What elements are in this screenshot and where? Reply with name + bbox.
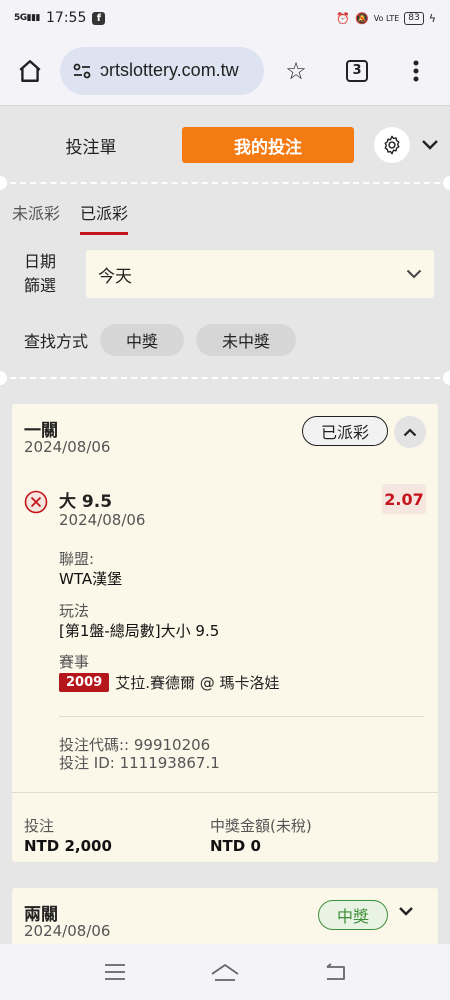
- gear-icon: [384, 135, 400, 155]
- tab-count: 3: [346, 59, 368, 82]
- home-outline-icon: [211, 964, 239, 981]
- result-filter: 查找方式 中獎 未中獎: [24, 324, 297, 356]
- tab-my-bets[interactable]: 我的投注: [182, 127, 354, 163]
- chevron-down-icon: [406, 269, 422, 279]
- more-vert-icon: [413, 60, 419, 81]
- chip-lost[interactable]: 未中獎: [196, 324, 297, 356]
- clock: 17:55: [46, 10, 87, 26]
- divider: [0, 182, 450, 184]
- settings-button[interactable]: [374, 127, 410, 163]
- event-label: 賽事: [59, 653, 90, 671]
- alarm-icon: ⏰: [336, 11, 350, 25]
- chevron-down-icon[interactable]: [398, 906, 414, 916]
- league-value: WTA漢堡: [59, 570, 123, 588]
- league-label: 聯盟:: [59, 550, 95, 568]
- event-name: 艾拉.賽德爾 @ 瑪卡洛娃: [115, 674, 280, 692]
- event-code: 2009: [59, 673, 110, 692]
- tab-settled[interactable]: 已派彩: [80, 200, 129, 235]
- stake-label: 投注: [24, 817, 55, 835]
- home-button[interactable]: [0, 36, 60, 106]
- collapse-slip-button[interactable]: [418, 133, 442, 157]
- divider: [0, 377, 450, 379]
- status-bar: 5G▮▮▮ 17:55 f ⏰ 🔕 Vo LTE 83 ϟ: [0, 0, 450, 36]
- divider-notch: [443, 371, 450, 385]
- collapse-ticket-button[interactable]: [394, 416, 426, 448]
- home-icon: [19, 59, 41, 82]
- menu-icon: [105, 964, 125, 980]
- charging-icon: ϟ: [428, 11, 436, 25]
- date-select-value: 今天: [98, 266, 132, 287]
- divider: [59, 716, 424, 717]
- settlement-tabs: 未派彩 已派彩: [12, 200, 129, 235]
- stake-block: 投注 NTD 2,000: [24, 815, 112, 855]
- status-badge: 中獎: [318, 900, 388, 930]
- ticket-date: 2024/08/06: [24, 922, 111, 940]
- address-bar[interactable]: ɔrtslottery.com.tw: [60, 46, 264, 95]
- chevron-up-icon: [403, 427, 417, 436]
- market-label: 玩法: [59, 602, 90, 620]
- selection-name: 大 9.5: [59, 492, 113, 512]
- home-nav-button[interactable]: [205, 952, 245, 992]
- site-settings-icon[interactable]: [72, 61, 100, 81]
- find-label: 查找方式: [24, 332, 89, 351]
- divider-notch: [0, 371, 7, 385]
- payout-value: NTD 0: [210, 837, 261, 855]
- mute-icon: 🔕: [354, 11, 369, 25]
- facebook-icon: f: [92, 11, 106, 25]
- tabs-button[interactable]: 3: [328, 36, 386, 106]
- slip-header: 投注單 我的投注: [0, 116, 450, 174]
- url-text: ɔrtslottery.com.tw: [100, 60, 239, 80]
- battery-icon: 83: [404, 11, 424, 25]
- odds-badge: 2.07: [382, 484, 426, 514]
- chip-won[interactable]: 中獎: [100, 324, 185, 356]
- market-value: [第1盤-總局數]大小 9.5: [59, 622, 220, 640]
- star-icon: ☆: [285, 56, 307, 85]
- status-badge: 已派彩: [302, 416, 388, 446]
- selection-date: 2024/08/06: [59, 511, 146, 529]
- payout-block: 中獎金額(未稅) NTD 0: [210, 815, 312, 855]
- signal-icon: 5G▮▮▮: [14, 13, 41, 23]
- date-filter: 日期 篩選 今天: [24, 250, 434, 298]
- divider-notch: [443, 176, 450, 190]
- stake-value: NTD 2,000: [24, 837, 112, 855]
- date-select[interactable]: 今天: [86, 250, 434, 298]
- event-row: 2009 艾拉.賽德爾 @ 瑪卡洛娃: [59, 672, 280, 693]
- bookmark-button[interactable]: ☆: [264, 36, 328, 106]
- browser-menu-button[interactable]: [386, 36, 446, 106]
- date-filter-label: 日期 篩選: [24, 252, 57, 295]
- back-button[interactable]: [315, 952, 355, 992]
- tab-unsettled[interactable]: 未派彩: [12, 200, 60, 235]
- lost-icon: [24, 490, 48, 514]
- payout-label: 中獎金額(未稅): [210, 817, 312, 835]
- back-icon: [326, 963, 345, 980]
- browser-toolbar: ɔrtslottery.com.tw ☆ 3: [0, 36, 450, 106]
- chevron-down-icon: [422, 140, 438, 150]
- divider-notch: [0, 176, 7, 190]
- tab-betslip[interactable]: 投注單: [0, 133, 182, 158]
- volte-icon: Vo LTE: [373, 13, 400, 23]
- recents-button[interactable]: [95, 952, 135, 992]
- bet-ticket: 一關 2024/08/06 已派彩 大 9.5 2024/08/06 2.07 …: [12, 404, 438, 862]
- bet-id: 投注 ID: 111193867.1: [59, 754, 220, 772]
- system-nav-bar: [0, 944, 450, 1000]
- divider: [12, 792, 438, 793]
- ticket-date: 2024/08/06: [24, 438, 111, 456]
